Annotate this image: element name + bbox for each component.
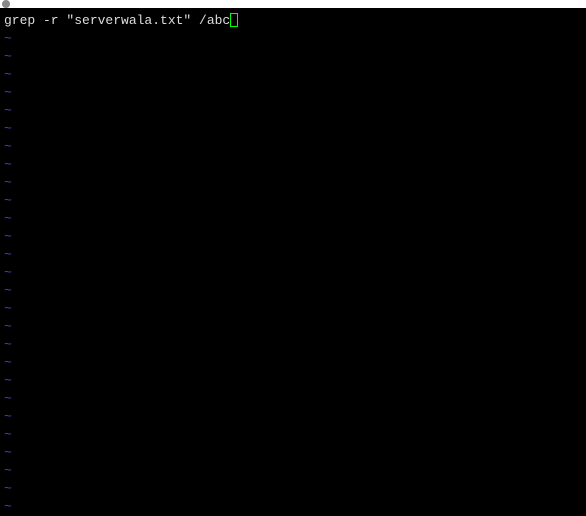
empty-line-tilde: ~ — [4, 282, 582, 300]
empty-line-tilde: ~ — [4, 102, 582, 120]
command-text: grep -r "serverwala.txt" /abc — [4, 13, 230, 28]
empty-line-tilde: ~ — [4, 192, 582, 210]
empty-line-tilde: ~ — [4, 174, 582, 192]
empty-line-tilde: ~ — [4, 138, 582, 156]
empty-line-tilde: ~ — [4, 210, 582, 228]
window-titlebar — [0, 0, 586, 8]
empty-line-tilde: ~ — [4, 300, 582, 318]
empty-line-tilde: ~ — [4, 462, 582, 480]
empty-line-tilde: ~ — [4, 498, 582, 516]
empty-line-tilde: ~ — [4, 318, 582, 336]
empty-line-tilde: ~ — [4, 354, 582, 372]
empty-line-tilde: ~ — [4, 246, 582, 264]
empty-line-tilde: ~ — [4, 48, 582, 66]
terminal-editor[interactable]: grep -r "serverwala.txt" /abc ~~~~~~~~~~… — [0, 8, 586, 508]
empty-line-tilde: ~ — [4, 30, 582, 48]
empty-line-tilde: ~ — [4, 66, 582, 84]
empty-line-tilde: ~ — [4, 228, 582, 246]
empty-line-tilde: ~ — [4, 480, 582, 498]
empty-line-tilde: ~ — [4, 120, 582, 138]
empty-line-tilde: ~ — [4, 336, 582, 354]
empty-line-tilde: ~ — [4, 408, 582, 426]
empty-line-tilde: ~ — [4, 372, 582, 390]
empty-line-tilde: ~ — [4, 156, 582, 174]
empty-line-tilde: ~ — [4, 426, 582, 444]
command-line: grep -r "serverwala.txt" /abc — [4, 12, 582, 30]
cursor — [230, 13, 238, 27]
empty-line-tilde: ~ — [4, 84, 582, 102]
empty-line-tilde: ~ — [4, 444, 582, 462]
window-icon — [2, 0, 10, 8]
empty-line-tilde: ~ — [4, 390, 582, 408]
empty-line-tilde: ~ — [4, 264, 582, 282]
